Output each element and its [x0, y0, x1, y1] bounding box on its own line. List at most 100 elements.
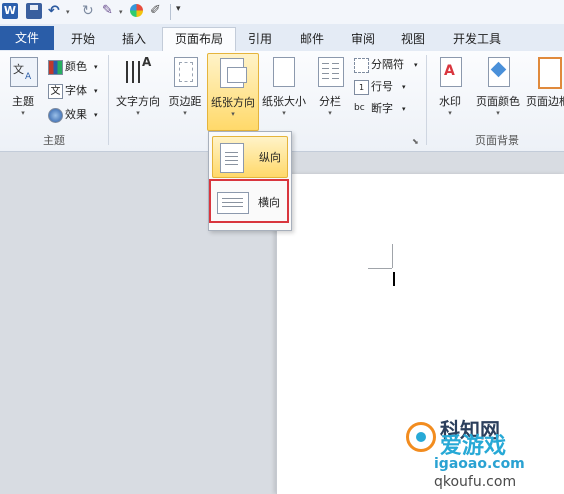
- undo-icon[interactable]: ↶: [48, 3, 64, 19]
- page-color-button[interactable]: 页面颜色 ▾: [472, 53, 524, 127]
- size-dropdown-icon: ▾: [282, 109, 286, 117]
- breaks-dropdown-icon: ▾: [414, 61, 418, 69]
- line-numbers-icon: 1: [354, 80, 369, 95]
- portrait-icon: [220, 143, 244, 173]
- site-watermark: 科知网 爱游戏 igaoao.com qkoufu.com: [404, 410, 564, 494]
- watermark-label: 水印: [439, 95, 461, 108]
- watermark-url: igaoao.com: [434, 456, 525, 472]
- toolbar-divider: [170, 4, 171, 20]
- columns-dropdown-icon: ▾: [328, 109, 332, 117]
- landscape-icon: [217, 192, 249, 214]
- color-wheel-icon[interactable]: [130, 4, 143, 17]
- breaks-label: 分隔符: [371, 58, 404, 71]
- colors-button[interactable]: 颜色 ▾: [48, 57, 106, 77]
- fonts-label: 字体: [65, 84, 87, 97]
- tab-references[interactable]: 引用: [240, 28, 280, 50]
- page-borders-button[interactable]: 页面边框: [526, 53, 564, 127]
- hyphenation-dropdown-icon: ▾: [402, 105, 406, 113]
- watermark-logo-icon: [406, 422, 436, 452]
- orientation-dropdown-icon: ▾: [231, 110, 235, 118]
- save-icon[interactable]: [26, 3, 42, 19]
- hyphenation-button[interactable]: bc 断字 ▾: [354, 99, 410, 119]
- tab-file[interactable]: 文件: [0, 26, 54, 50]
- margin-corner-mark: [368, 268, 392, 269]
- effects-button[interactable]: 效果 ▾: [48, 105, 106, 125]
- hyphenation-icon: bc: [354, 103, 365, 113]
- watermark-url-secondary: qkoufu.com: [434, 474, 517, 490]
- line-numbers-label: 行号: [371, 80, 393, 93]
- size-button[interactable]: 纸张大小 ▾: [259, 53, 309, 127]
- tab-developer[interactable]: 开发工具: [444, 28, 510, 50]
- watermark-dropdown-icon: ▾: [448, 109, 452, 117]
- page-setup-launcher-icon[interactable]: ⬊: [412, 137, 419, 146]
- text-direction-dropdown-icon: ▾: [136, 109, 140, 117]
- effects-icon: [48, 108, 63, 123]
- text-direction-icon: A: [124, 55, 152, 87]
- quick-access-toolbar: W ↶ ▾ ↻ ✎ ▾ ✐ ▾: [0, 0, 564, 25]
- word-logo-icon: W: [2, 3, 18, 19]
- orientation-button[interactable]: 纸张方向 ▾: [207, 53, 259, 131]
- columns-button[interactable]: 分栏 ▾: [312, 53, 348, 127]
- fonts-dropdown-icon: ▾: [94, 87, 98, 95]
- themes-button[interactable]: 文 A 主题 ▾: [4, 53, 42, 127]
- format-painter-icon[interactable]: ✎: [102, 3, 118, 19]
- page-background-group-label: 页面背景: [475, 134, 519, 147]
- group-divider: [426, 55, 427, 145]
- ribbon-tabs: 文件 开始 插入 页面布局 引用 邮件 审阅 视图 开发工具: [0, 24, 564, 52]
- tab-view[interactable]: 视图: [392, 28, 434, 50]
- margins-dropdown-icon: ▾: [183, 109, 187, 117]
- watermark-button[interactable]: A 水印 ▾: [432, 53, 468, 127]
- themes-icon: 文 A: [10, 57, 38, 87]
- size-label: 纸张大小: [262, 95, 306, 108]
- portrait-label: 纵向: [259, 151, 281, 164]
- fonts-button[interactable]: 文 字体 ▾: [48, 81, 106, 101]
- tab-page-layout[interactable]: 页面布局: [162, 27, 236, 51]
- breaks-icon: [354, 58, 369, 73]
- margins-button[interactable]: 页边距 ▾: [166, 53, 204, 127]
- hyphenation-label: 断字: [371, 102, 393, 115]
- margin-corner-mark: [392, 244, 393, 268]
- undo-dropdown-icon[interactable]: ▾: [66, 8, 70, 16]
- size-icon: [273, 57, 295, 87]
- text-cursor: [393, 272, 395, 286]
- tab-home[interactable]: 开始: [60, 28, 106, 50]
- colors-icon: [48, 60, 63, 75]
- customize-toolbar-icon[interactable]: ▾: [176, 4, 181, 14]
- tab-review[interactable]: 审阅: [342, 28, 384, 50]
- page-borders-icon: [538, 57, 562, 89]
- format-dropdown-icon[interactable]: ▾: [119, 8, 123, 16]
- text-direction-button[interactable]: A 文字方向 ▾: [112, 53, 164, 127]
- margins-label: 页边距: [168, 95, 202, 108]
- orientation-icon: [220, 58, 247, 88]
- tab-insert[interactable]: 插入: [112, 28, 156, 50]
- margins-icon: [174, 57, 198, 87]
- colors-label: 颜色: [65, 60, 87, 73]
- watermark-icon: A: [440, 57, 462, 87]
- menu-item-portrait[interactable]: 纵向: [212, 136, 288, 178]
- breaks-button[interactable]: 分隔符 ▾: [354, 55, 420, 75]
- themes-dropdown-icon: ▾: [21, 109, 25, 117]
- themes-group-label: 主题: [43, 134, 65, 147]
- text-direction-label: 文字方向: [116, 95, 160, 108]
- redo-icon[interactable]: ↻: [82, 3, 98, 19]
- orientation-label: 纸张方向: [211, 96, 255, 109]
- themes-label: 主题: [12, 95, 34, 108]
- menu-item-landscape[interactable]: 横向: [209, 179, 289, 223]
- landscape-label: 横向: [258, 196, 280, 209]
- fonts-icon: 文: [48, 84, 63, 99]
- group-divider: [108, 55, 109, 145]
- line-numbers-button[interactable]: 1 行号 ▾: [354, 77, 410, 97]
- page-color-label: 页面颜色: [476, 95, 520, 108]
- columns-label: 分栏: [319, 95, 341, 108]
- tab-mailings[interactable]: 邮件: [290, 28, 334, 50]
- columns-icon: [318, 57, 344, 87]
- page-color-icon: [488, 57, 510, 87]
- effects-dropdown-icon: ▾: [94, 111, 98, 119]
- colors-dropdown-icon: ▾: [94, 63, 98, 71]
- page-color-dropdown-icon: ▾: [496, 109, 500, 117]
- line-numbers-dropdown-icon: ▾: [402, 83, 406, 91]
- orientation-menu: 纵向 横向: [208, 131, 292, 231]
- page-borders-label: 页面边框: [526, 95, 564, 108]
- draw-icon[interactable]: ✐: [150, 3, 166, 19]
- effects-label: 效果: [65, 108, 87, 121]
